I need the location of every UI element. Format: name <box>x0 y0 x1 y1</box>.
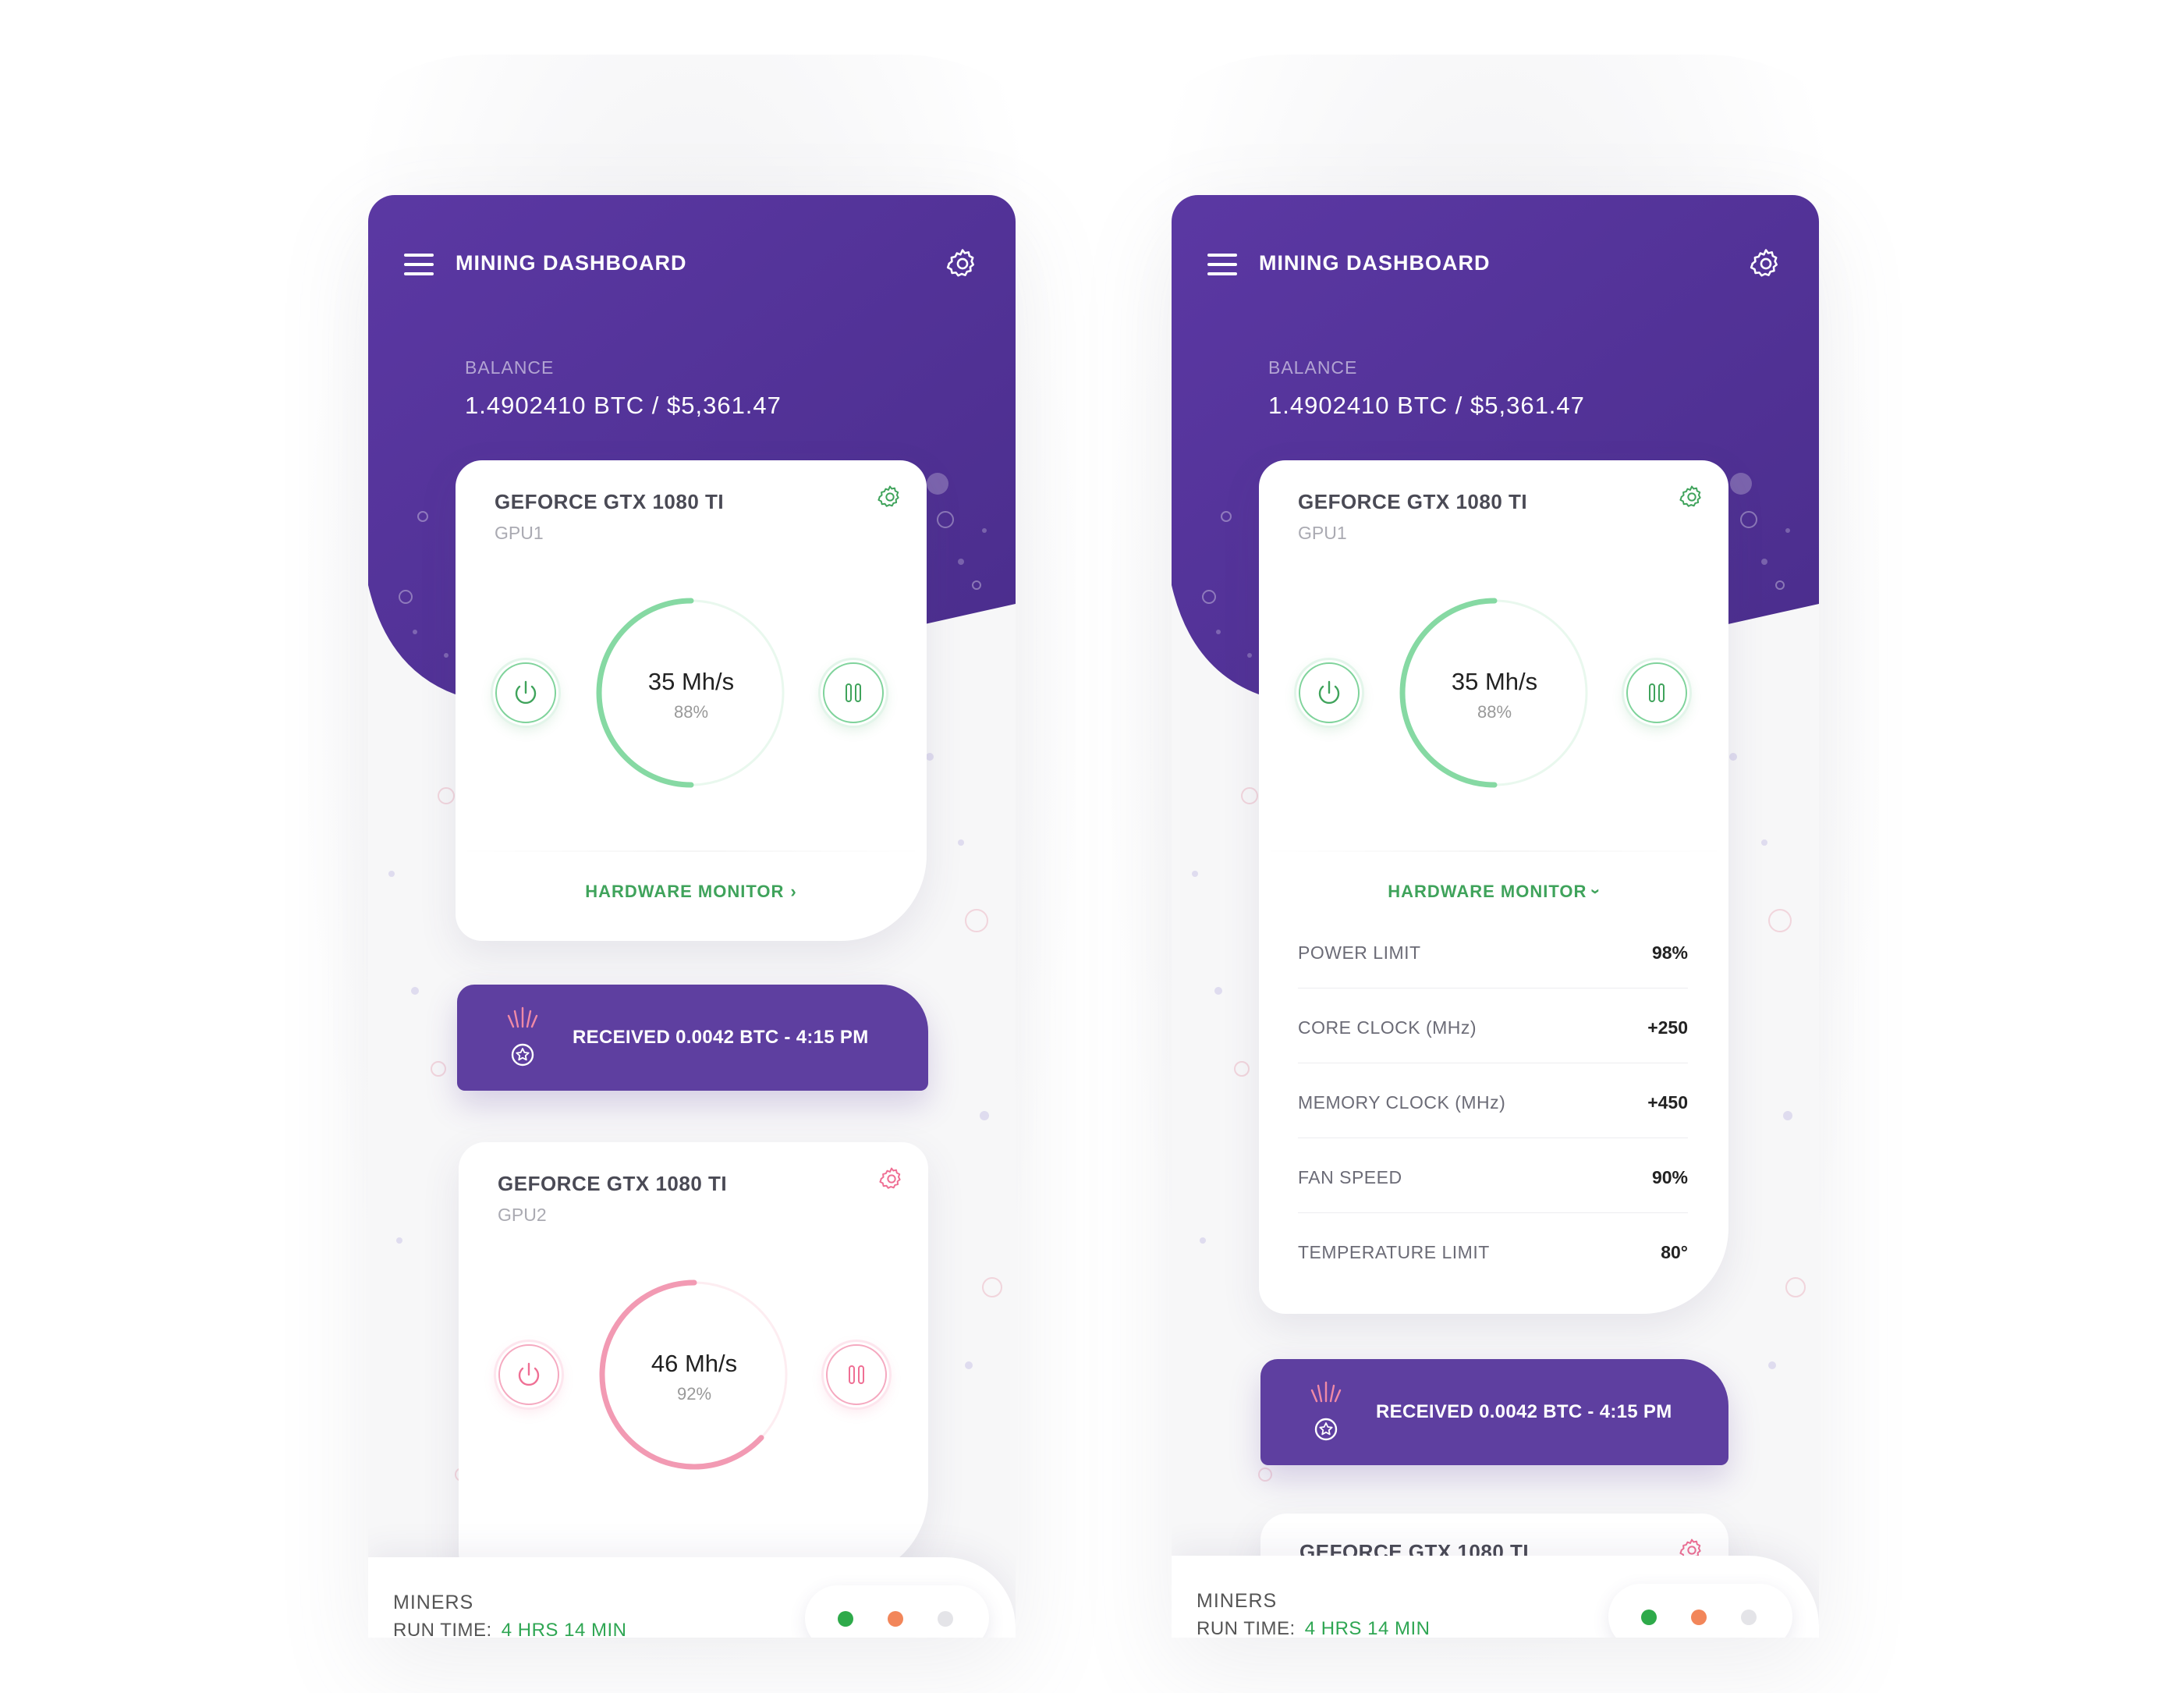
stat-row: FAN SPEED 90% <box>1298 1138 1688 1213</box>
hashrate-value: 35 Mh/s <box>647 668 735 695</box>
status-dot-warning <box>888 1611 903 1627</box>
stat-value: +250 <box>1647 1017 1688 1038</box>
pause-icon <box>826 1344 887 1405</box>
chevron-right-icon: › <box>790 882 797 901</box>
miners-status-bar: MINERS RUN TIME: 4 HRS 14 MIN <box>1172 1556 1819 1638</box>
stat-row: POWER LIMIT 98% <box>1298 913 1688 988</box>
notification-text: RECEIVED 0.0042 BTC - 4:15 PM <box>1376 1401 1672 1422</box>
gpu-card: GEFORCE GTX 1080 TI GPU1 35 Mh/s 88% HAR… <box>456 460 927 941</box>
hashrate-value: 35 Mh/s <box>1451 668 1538 695</box>
hardware-monitor-label: HARDWARE MONITOR <box>1388 882 1587 901</box>
celebration-medal-icon <box>507 1006 538 1067</box>
pause-button[interactable] <box>824 1342 889 1407</box>
runtime: RUN TIME: 4 HRS 14 MIN <box>1197 1618 1430 1638</box>
pause-button[interactable] <box>821 660 886 726</box>
power-icon <box>495 662 556 723</box>
power-button[interactable] <box>496 1342 562 1407</box>
stat-value: 80° <box>1661 1242 1688 1262</box>
runtime-label: RUN TIME: <box>393 1620 492 1638</box>
power-button[interactable] <box>493 660 558 726</box>
stat-label: POWER LIMIT <box>1298 942 1421 963</box>
status-dot-active <box>838 1611 853 1627</box>
hashrate-gauge: 35 Mh/s 88% <box>590 591 792 794</box>
card-divider <box>456 850 927 852</box>
hardware-monitor-label: HARDWARE MONITOR <box>585 882 785 901</box>
hashrate-percent: 88% <box>673 702 709 722</box>
gpu-card-expanded: GEFORCE GTX 1080 TI GPU1 35 Mh/s 88% HAR… <box>1259 460 1728 1314</box>
received-notification[interactable]: RECEIVED 0.0042 BTC - 4:15 PM <box>457 985 928 1091</box>
phone-screen-collapsed: MINING DASHBOARD BALANCE 1.4902410 BTC /… <box>368 195 1016 1638</box>
pause-icon <box>1626 662 1687 723</box>
balance-label: BALANCE <box>465 357 555 378</box>
notification-text: RECEIVED 0.0042 BTC - 4:15 PM <box>573 1027 869 1048</box>
pause-icon <box>823 662 884 723</box>
gpu-settings-gear-icon[interactable] <box>1679 484 1705 510</box>
miners-label: MINERS <box>1197 1590 1278 1612</box>
received-notification[interactable]: RECEIVED 0.0042 BTC - 4:15 PM <box>1260 1359 1728 1465</box>
power-icon <box>498 1344 559 1405</box>
app-title: MINING DASHBOARD <box>1259 251 1491 275</box>
status-dot-idle <box>938 1611 953 1627</box>
hashrate-gauge: 35 Mh/s 88% <box>1393 591 1596 794</box>
balance-value: 1.4902410 BTC / $5,361.47 <box>1268 392 1585 419</box>
gpu-id: GPU2 <box>498 1205 547 1225</box>
stat-label: CORE CLOCK (MHz) <box>1298 1017 1477 1038</box>
power-icon <box>1299 662 1360 723</box>
stat-value: 98% <box>1651 942 1688 963</box>
status-dot-idle <box>1741 1610 1757 1625</box>
gpu-id: GPU1 <box>495 523 544 543</box>
gpu-settings-gear-icon[interactable] <box>877 484 903 510</box>
stat-row: MEMORY CLOCK (MHz) +450 <box>1298 1063 1688 1138</box>
balance-value: 1.4902410 BTC / $5,361.47 <box>465 392 782 419</box>
hardware-monitor-link[interactable]: HARDWARE MONITOR› <box>1259 882 1728 902</box>
menu-icon[interactable] <box>1207 254 1237 279</box>
gpu-name: GEFORCE GTX 1080 TI <box>1298 490 1528 513</box>
runtime: RUN TIME: 4 HRS 14 MIN <box>393 1620 626 1638</box>
stat-row: CORE CLOCK (MHz) +250 <box>1298 988 1688 1063</box>
power-button[interactable] <box>1296 660 1362 726</box>
settings-gear-icon[interactable] <box>1749 247 1783 281</box>
stat-value: +450 <box>1647 1092 1688 1113</box>
gpu-id: GPU1 <box>1298 523 1347 543</box>
balance-label: BALANCE <box>1268 357 1358 378</box>
app-title: MINING DASHBOARD <box>456 251 687 275</box>
miner-status-indicators[interactable] <box>1608 1584 1792 1638</box>
miners-status-bar: MINERS RUN TIME: 4 HRS 14 MIN <box>368 1557 1016 1638</box>
stat-row: TEMPERATURE LIMIT 80° <box>1298 1212 1688 1287</box>
stat-label: MEMORY CLOCK (MHz) <box>1298 1092 1506 1113</box>
status-dot-warning <box>1691 1610 1707 1625</box>
chevron-down-icon: › <box>1587 888 1607 896</box>
miner-status-indicators[interactable] <box>805 1585 989 1638</box>
hardware-monitor-link[interactable]: HARDWARE MONITOR › <box>456 882 927 902</box>
runtime-value: 4 HRS 14 MIN <box>501 1620 627 1638</box>
hashrate-value: 46 Mh/s <box>651 1350 738 1377</box>
gpu-settings-gear-icon[interactable] <box>878 1166 905 1192</box>
runtime-label: RUN TIME: <box>1197 1618 1296 1638</box>
menu-icon[interactable] <box>404 254 434 279</box>
phone-screen-expanded: MINING DASHBOARD BALANCE 1.4902410 BTC /… <box>1172 195 1819 1638</box>
gpu-card: GEFORCE GTX 1080 TI GPU2 46 Mh/s 92% <box>459 1142 928 1579</box>
stat-value: 90% <box>1651 1167 1688 1187</box>
stat-label: FAN SPEED <box>1298 1167 1402 1187</box>
settings-gear-icon[interactable] <box>945 247 980 281</box>
celebration-medal-icon <box>1310 1381 1342 1441</box>
card-divider <box>1259 850 1728 852</box>
hashrate-percent: 92% <box>676 1384 712 1404</box>
hashrate-percent: 88% <box>1477 702 1512 722</box>
status-dot-active <box>1641 1610 1657 1625</box>
runtime-value: 4 HRS 14 MIN <box>1304 1618 1431 1638</box>
gpu-name: GEFORCE GTX 1080 TI <box>495 490 725 513</box>
gpu-name: GEFORCE GTX 1080 TI <box>498 1172 728 1195</box>
hashrate-gauge: 46 Mh/s 92% <box>593 1273 796 1476</box>
stat-label: TEMPERATURE LIMIT <box>1298 1242 1490 1262</box>
pause-button[interactable] <box>1624 660 1689 726</box>
miners-label: MINERS <box>393 1592 474 1613</box>
